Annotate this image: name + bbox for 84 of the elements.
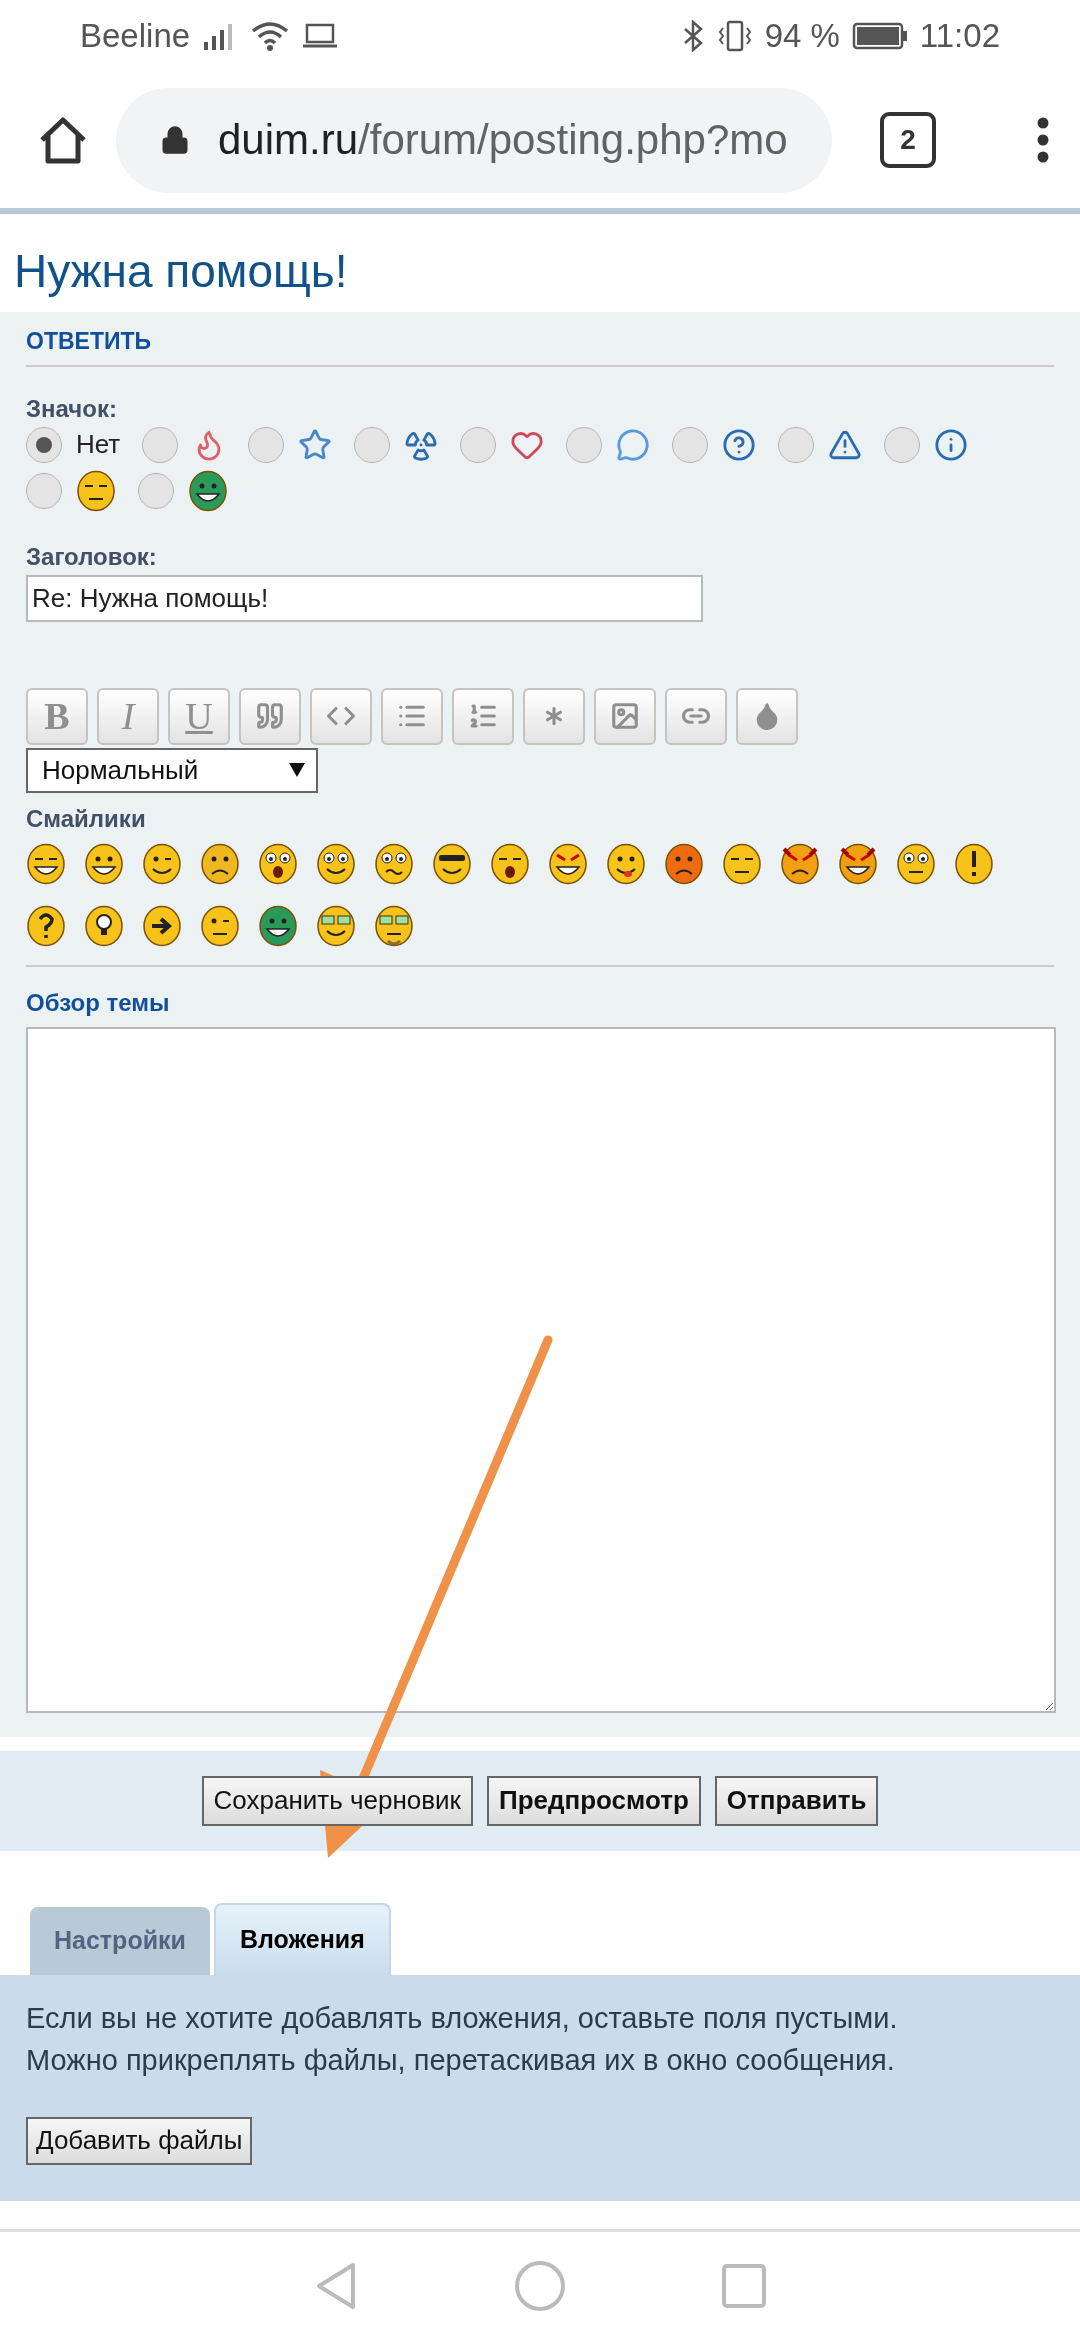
- subject-field[interactable]: Re: Нужна помощь!: [26, 574, 703, 622]
- smiley-icon: [780, 842, 820, 885]
- menu-icon[interactable]: [1036, 117, 1050, 164]
- smiley-icon: [664, 842, 704, 885]
- radio-button[interactable]: [566, 426, 603, 463]
- page-title: Нужна помощь!: [14, 243, 349, 299]
- asterisk-button[interactable]: [523, 687, 585, 745]
- star-icon: [298, 427, 333, 462]
- code-button[interactable]: [310, 687, 372, 745]
- smiley-icon: [374, 842, 414, 885]
- radio-button[interactable]: [884, 426, 921, 463]
- form-button[interactable]: Сохранить черновик: [201, 1775, 473, 1826]
- list-button[interactable]: [381, 687, 443, 745]
- home-icon[interactable]: [38, 116, 88, 165]
- smiley-icon: [84, 842, 124, 885]
- dropdown-caret-icon: [288, 762, 306, 779]
- radio-button[interactable]: [26, 472, 62, 509]
- smiley-icon: [316, 842, 356, 885]
- radio-label: Нет: [76, 429, 121, 461]
- carrier-name: Beeline: [80, 17, 191, 56]
- radio-button[interactable]: [248, 426, 285, 463]
- clock-time: 11:02: [919, 17, 1000, 56]
- smiley-icon: [26, 904, 66, 947]
- message-field[interactable]: [26, 1026, 1056, 1713]
- section-title: ОТВЕТИТЬ: [26, 327, 1054, 367]
- smiley-icon: [374, 904, 414, 947]
- question-icon: [722, 427, 757, 462]
- quote-icon: [255, 701, 285, 732]
- home-circle-icon[interactable]: [514, 2259, 566, 2312]
- smiley-icon: [954, 842, 994, 885]
- smiley-icon: [258, 842, 298, 885]
- help-text: Если вы не хотите добавлять вложения, оставьте поля пустыми.: [26, 2000, 899, 2036]
- speech-bubble-icon: [616, 427, 651, 462]
- radio-button[interactable]: [672, 426, 709, 463]
- smilies-label: Смайлики: [26, 804, 147, 833]
- tab[interactable]: Вложения: [213, 1902, 391, 1975]
- smiley-icon: [896, 842, 936, 885]
- smiley-icon: [316, 904, 356, 947]
- form-button[interactable]: Отправить: [714, 1775, 879, 1826]
- smiley-icon: [84, 904, 124, 947]
- smiley-icon: [200, 904, 240, 947]
- smiley-icon: [142, 904, 182, 947]
- smiley-icon: [722, 842, 762, 885]
- radio-button[interactable]: [26, 426, 62, 463]
- help-text: Можно прикреплять файлы, перетаскивая их в окно сообщения.: [26, 2042, 896, 2078]
- icon-label: Значок:: [26, 394, 118, 423]
- tab-count-button[interactable]: 2: [880, 112, 936, 169]
- laptop-icon: [302, 23, 339, 50]
- radio-button[interactable]: [460, 426, 497, 463]
- smiley-icon: [432, 842, 472, 885]
- image-icon: [610, 701, 640, 732]
- radio-button[interactable]: [778, 426, 815, 463]
- smiley-icon: [258, 904, 298, 947]
- link-button[interactable]: [665, 687, 727, 745]
- droplet-button[interactable]: [736, 687, 798, 745]
- smiley-icon: [142, 842, 182, 885]
- add-files-button[interactable]: Добавить файлы: [26, 2116, 253, 2165]
- image-button[interactable]: [594, 687, 656, 745]
- smiley-icon: [26, 842, 66, 885]
- vibrate-icon: [716, 20, 753, 53]
- form-button[interactable]: Предпросмотр: [486, 1775, 701, 1826]
- recents-icon[interactable]: [721, 2262, 767, 2309]
- radio-button[interactable]: [138, 472, 174, 509]
- smiley-icon: [606, 842, 646, 885]
- info-icon: [934, 427, 969, 462]
- battery-icon: [851, 22, 908, 51]
- lock-icon: [160, 125, 190, 156]
- radio-button[interactable]: [142, 426, 179, 463]
- address-bar[interactable]: duim.ru/forum/posting.php?mo: [116, 87, 832, 193]
- subject-label: Заголовок:: [26, 542, 158, 571]
- tab[interactable]: Настройки: [30, 1906, 210, 1975]
- smiley-icon: [76, 469, 116, 512]
- preview-label: Обзор темы: [26, 988, 171, 1017]
- radio-button[interactable]: [354, 426, 391, 463]
- battery-percent: 94 %: [764, 17, 840, 56]
- numbered-list-button[interactable]: [452, 687, 514, 745]
- quote-button[interactable]: [239, 687, 301, 745]
- smiley-icon: [200, 842, 240, 885]
- smiley-icon: [548, 842, 588, 885]
- wifi-icon: [250, 21, 291, 52]
- smiley-icon: [490, 842, 530, 885]
- smiley-icon: [188, 469, 228, 512]
- font-size-select[interactable]: Нормальный: [26, 747, 318, 793]
- smiley-icon: [838, 842, 878, 885]
